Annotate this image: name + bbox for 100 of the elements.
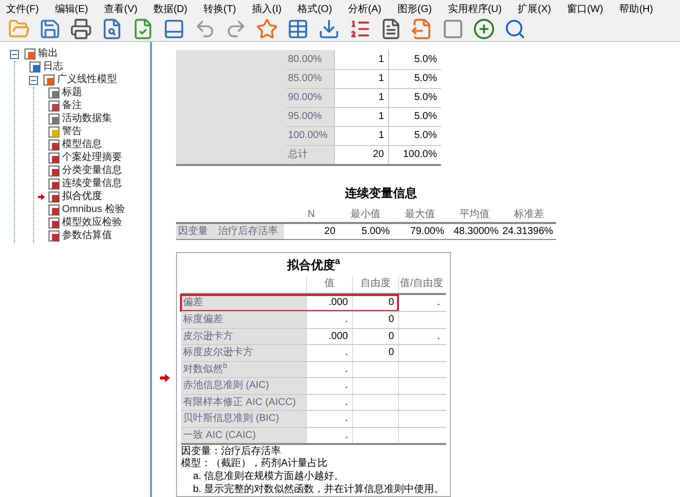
collapse-toggle[interactable] [29, 76, 38, 84]
warning-icon [48, 126, 60, 138]
table-cell: 1 [334, 108, 388, 126]
table-cell: .000 [306, 294, 352, 311]
row-label: 赤池信息准则 (AIC) [181, 378, 306, 394]
document-icon [48, 113, 60, 125]
tree-item[interactable]: 参数估算值 [62, 231, 112, 241]
menu-item[interactable]: 窗口(W) [567, 2, 604, 17]
table-cell: 0 [352, 328, 398, 344]
menu-item[interactable]: 转换(T) [203, 2, 236, 17]
table-cell-text: 79.00% [409, 224, 446, 238]
document-icon [48, 191, 60, 203]
row-label: 治疗后存活率 [218, 224, 284, 238]
footnote: a. 信息准则在规模方面越小越好。 [192, 471, 346, 483]
document-icon [48, 100, 60, 112]
menu-item[interactable]: 编辑(E) [54, 2, 88, 17]
tree-item[interactable]: 活动数据集 [62, 114, 112, 124]
table-note: 因变量：治疗后存活率 [181, 446, 282, 458]
tree-item[interactable]: 拟合优度 [62, 192, 102, 202]
table-cell-text: 24.31396% [502, 224, 554, 238]
table-cell: 0 [352, 312, 398, 328]
document-icon [48, 139, 60, 151]
document-icon [48, 152, 60, 164]
tree-item[interactable]: 分类变量信息 [62, 166, 122, 176]
table-icon[interactable] [287, 18, 309, 40]
tree-item[interactable]: 模型信息 [62, 140, 102, 150]
document-icon[interactable] [380, 18, 402, 40]
table-cell: 1 [334, 70, 388, 88]
tree-item[interactable]: Omnibus 检验 [62, 205, 125, 215]
tree-item[interactable]: 标题 [62, 88, 82, 98]
star-icon[interactable] [256, 18, 278, 40]
tree-item[interactable]: 个案处理摘要 [62, 153, 122, 163]
table-cell: . [306, 345, 352, 360]
document-icon [48, 87, 60, 99]
row-label: 对数似然$^{b}$ [181, 362, 306, 377]
undo-icon[interactable] [194, 18, 216, 40]
tree-item[interactable]: 连续变量信息 [62, 179, 122, 189]
printer-icon[interactable] [70, 18, 92, 40]
tree-item[interactable]: 模型效应检验 [62, 218, 122, 228]
menu-item[interactable]: 分析(A) [348, 2, 382, 17]
document-icon [48, 204, 60, 216]
row-label: 80.00% [286, 50, 334, 68]
table-cell: . [306, 312, 352, 328]
table-cell: . [306, 428, 352, 443]
row-label: 90.00% [286, 88, 334, 106]
tree-item[interactable]: 日志 [43, 62, 63, 72]
document-icon [48, 178, 60, 190]
document-check-icon[interactable] [132, 18, 154, 40]
row-label: 标度偏差 [181, 312, 306, 328]
menu-item[interactable]: 扩展(X) [518, 2, 552, 17]
tree-item[interactable]: 警告 [62, 127, 82, 137]
document-icon [48, 230, 60, 242]
document-export-icon[interactable] [411, 18, 433, 40]
document-icon [43, 74, 55, 86]
column-header: 最小值 [350, 208, 382, 222]
table-cell: . [306, 411, 352, 426]
search-icon[interactable] [504, 18, 526, 40]
collapse-toggle[interactable] [10, 50, 19, 58]
table-cell: 5.0% [388, 108, 441, 126]
table-cell: . [398, 328, 444, 344]
column-header: 值/自由度 [398, 276, 444, 292]
table-cell: 100.0% [388, 146, 441, 164]
row-label: 95.00% [286, 108, 334, 126]
menu-item[interactable]: 文件(F) [6, 2, 39, 17]
table-cell: 5.0% [388, 88, 441, 106]
menu-item[interactable]: 插入(I) [252, 2, 282, 17]
menu-item[interactable]: 数据(D) [153, 2, 188, 17]
table-cell: 5.0% [388, 70, 441, 88]
tree-item[interactable]: 输出 [38, 49, 58, 59]
menu-item[interactable]: 帮助(H) [619, 2, 654, 17]
column-header: 最大值 [404, 208, 436, 222]
document-icon [48, 217, 60, 229]
panel-icon[interactable] [163, 18, 185, 40]
row-label: 总计 [286, 146, 334, 164]
menu-item[interactable]: 格式(O) [298, 2, 332, 17]
menu-item[interactable]: 查看(V) [104, 2, 138, 17]
redo-icon[interactable] [225, 18, 247, 40]
table-cell: . [306, 394, 352, 410]
table-cell: 5.0% [388, 126, 441, 144]
print-preview-icon[interactable] [101, 18, 123, 40]
pointer-arrow-icon [160, 374, 170, 382]
download-icon[interactable] [318, 18, 340, 40]
add-icon[interactable] [473, 18, 495, 40]
table-cell: 20 [334, 146, 388, 164]
table-cell: . [398, 294, 444, 311]
row-group-label: 因变量 [176, 224, 218, 238]
column-header: 平均值 [458, 208, 490, 222]
menu-item[interactable]: 图形(G) [397, 2, 432, 17]
tree-item[interactable]: 备注 [62, 101, 82, 111]
square-icon[interactable] [442, 18, 464, 40]
column-header: 自由度 [352, 276, 398, 292]
document-icon [29, 61, 41, 73]
list-icon[interactable] [349, 18, 371, 40]
menu-item[interactable]: 实用程序(U) [448, 2, 502, 17]
table-cell: 5.0% [388, 50, 441, 68]
document-icon [48, 165, 60, 177]
table-cell-text: 5.00% [360, 224, 391, 238]
save-icon[interactable] [39, 18, 61, 40]
tree-item[interactable]: 广义线性模型 [57, 75, 117, 85]
table-cell: 1 [334, 50, 388, 68]
